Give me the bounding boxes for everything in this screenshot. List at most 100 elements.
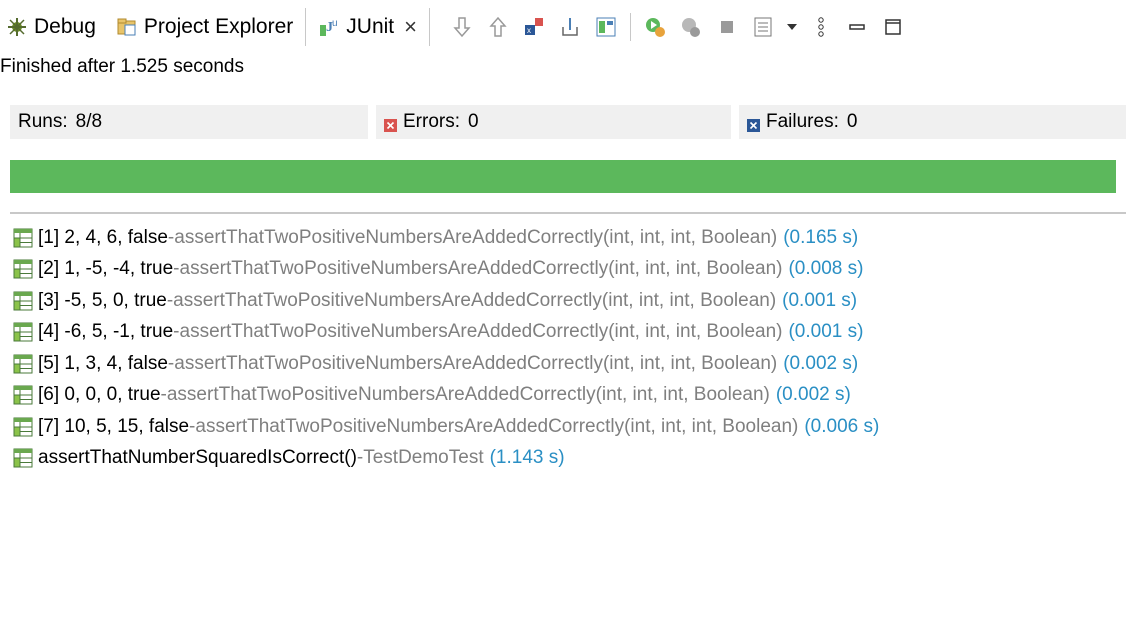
view-menu-icon: [818, 17, 824, 37]
junit-toolbar: x: [444, 9, 911, 45]
test-run-history-button[interactable]: [745, 9, 781, 45]
minimize-button[interactable]: [839, 9, 875, 45]
history-dropdown-button[interactable]: [781, 9, 803, 45]
toolbar-separator: [630, 13, 631, 41]
test-result-row[interactable]: [3] -5, 5, 0, true - assertThatTwoPositi…: [12, 285, 879, 317]
test-duration: (0.001 s): [782, 289, 858, 311]
test-result-row[interactable]: [1] 2, 4, 6, false - assertThatTwoPositi…: [12, 222, 879, 254]
runs-counter: Runs: 8/8: [10, 105, 368, 139]
tab-project-explorer-label: Project Explorer: [143, 15, 294, 38]
runs-value: 8/8: [75, 111, 103, 132]
test-result-row[interactable]: assertThatNumberSquaredIsCorrect() - Tes…: [12, 443, 879, 475]
project-explorer-icon: [116, 16, 138, 38]
test-duration: (0.008 s): [788, 258, 864, 280]
tab-project-explorer[interactable]: Project Explorer: [110, 0, 299, 54]
failure-icon: [747, 116, 760, 132]
test-name: [2] 1, -5, -4, true: [38, 258, 174, 280]
test-result-row[interactable]: [6] 0, 0, 0, true - assertThatTwoPositiv…: [12, 380, 879, 412]
stop-button[interactable]: [709, 9, 745, 45]
test-name: [3] -5, 5, 0, true: [38, 289, 167, 311]
test-duration: (0.002 s): [783, 352, 859, 374]
test-method: assertThatTwoPositiveNumbersAreAddedCorr…: [179, 258, 783, 280]
tab-debug[interactable]: Debug: [0, 0, 102, 54]
view-tab-bar: Debug Project Explorer J u JUnit × x: [0, 0, 1126, 54]
tab-separator: [305, 8, 307, 46]
failures-counter: Failures: 0: [739, 105, 1126, 139]
test-method: TestDemoTest: [363, 447, 484, 469]
close-icon[interactable]: ×: [404, 14, 417, 40]
test-method: assertThatTwoPositiveNumbersAreAddedCorr…: [166, 384, 770, 406]
test-result-row[interactable]: [7] 10, 5, 15, false - assertThatTwoPosi…: [12, 411, 879, 443]
test-name: [6] 0, 0, 0, true: [38, 384, 161, 406]
rerun-test-button[interactable]: [637, 9, 673, 45]
maximize-icon: [885, 19, 901, 35]
maximize-button[interactable]: [875, 9, 911, 45]
progress-fill: [10, 160, 1116, 193]
minimize-icon: [849, 24, 865, 30]
test-passed-icon: [13, 354, 33, 374]
test-name: [1] 2, 4, 6, false: [38, 226, 168, 248]
tab-junit[interactable]: J u JUnit ×: [312, 0, 423, 54]
test-duration: (0.002 s): [775, 384, 851, 406]
test-history-button[interactable]: [588, 9, 624, 45]
scroll-lock-icon: [562, 18, 578, 36]
toolbar-separator: [429, 8, 430, 46]
show-failures-only-button[interactable]: x: [516, 9, 552, 45]
test-name: [7] 10, 5, 15, false: [38, 415, 190, 437]
failures-value: 0: [846, 111, 858, 132]
test-method: assertThatTwoPositiveNumbersAreAddedCorr…: [174, 226, 778, 248]
test-name: [5] 1, 3, 4, false: [38, 352, 168, 374]
test-passed-icon: [13, 385, 33, 405]
errors-label: Errors:: [403, 111, 460, 132]
dropdown-triangle-icon: [787, 24, 797, 30]
sash-divider[interactable]: [10, 212, 1126, 214]
arrow-down-icon: [453, 17, 471, 38]
svg-text:x: x: [527, 26, 531, 35]
history-icon: [596, 17, 616, 37]
error-icon: [384, 116, 397, 132]
test-results-tree: [1] 2, 4, 6, false - assertThatTwoPositi…: [12, 222, 879, 474]
view-menu-button[interactable]: [803, 9, 839, 45]
test-duration: (0.165 s): [783, 226, 859, 248]
svg-text:u: u: [332, 18, 338, 29]
test-method: assertThatTwoPositiveNumbersAreAddedCorr…: [173, 289, 777, 311]
previous-failure-button[interactable]: [480, 9, 516, 45]
debug-icon: [6, 16, 28, 38]
arrow-up-icon: [489, 16, 507, 37]
test-duration: (0.006 s): [804, 415, 880, 437]
test-passed-icon: [13, 417, 33, 437]
test-method: assertThatTwoPositiveNumbersAreAddedCorr…: [179, 321, 783, 343]
tab-junit-label: JUnit: [346, 15, 395, 38]
test-result-row[interactable]: [2] 1, -5, -4, true - assertThatTwoPosit…: [12, 254, 879, 286]
test-result-row[interactable]: [4] -6, 5, -1, true - assertThatTwoPosit…: [12, 317, 879, 349]
list-icon: [754, 17, 772, 37]
test-passed-icon: [13, 259, 33, 279]
tab-debug-label: Debug: [34, 15, 96, 38]
failures-label: Failures:: [766, 111, 839, 132]
test-name: assertThatNumberSquaredIsCorrect(): [38, 447, 357, 469]
run-status-text: Finished after 1.525 seconds: [0, 56, 244, 77]
next-failure-button[interactable]: [444, 9, 480, 45]
errors-counter: Errors: 0: [376, 105, 731, 139]
rerun-icon: [646, 18, 665, 37]
stop-icon: [721, 21, 733, 33]
test-method: assertThatTwoPositiveNumbersAreAddedCorr…: [195, 415, 799, 437]
test-result-row[interactable]: [5] 1, 3, 4, false - assertThatTwoPositi…: [12, 348, 879, 380]
test-passed-icon: [13, 448, 33, 468]
test-progress-bar: [10, 160, 1116, 193]
errors-value: 0: [468, 111, 479, 132]
test-duration: (0.001 s): [788, 321, 864, 343]
rerun-failures-icon: [682, 18, 700, 37]
test-passed-icon: [13, 291, 33, 311]
test-duration: (1.143 s): [489, 447, 565, 469]
test-name: [4] -6, 5, -1, true: [38, 321, 174, 343]
test-counters: Runs: 8/8 Errors: 0 Failures: 0: [10, 105, 1126, 139]
runs-label: Runs:: [18, 111, 68, 132]
junit-icon: J u: [318, 16, 340, 38]
test-passed-icon: [13, 228, 33, 248]
failures-filter-icon: x: [525, 18, 543, 35]
scroll-lock-button[interactable]: [552, 9, 588, 45]
test-method: assertThatTwoPositiveNumbersAreAddedCorr…: [174, 352, 778, 374]
rerun-failures-first-button[interactable]: [673, 9, 709, 45]
test-passed-icon: [13, 322, 33, 342]
